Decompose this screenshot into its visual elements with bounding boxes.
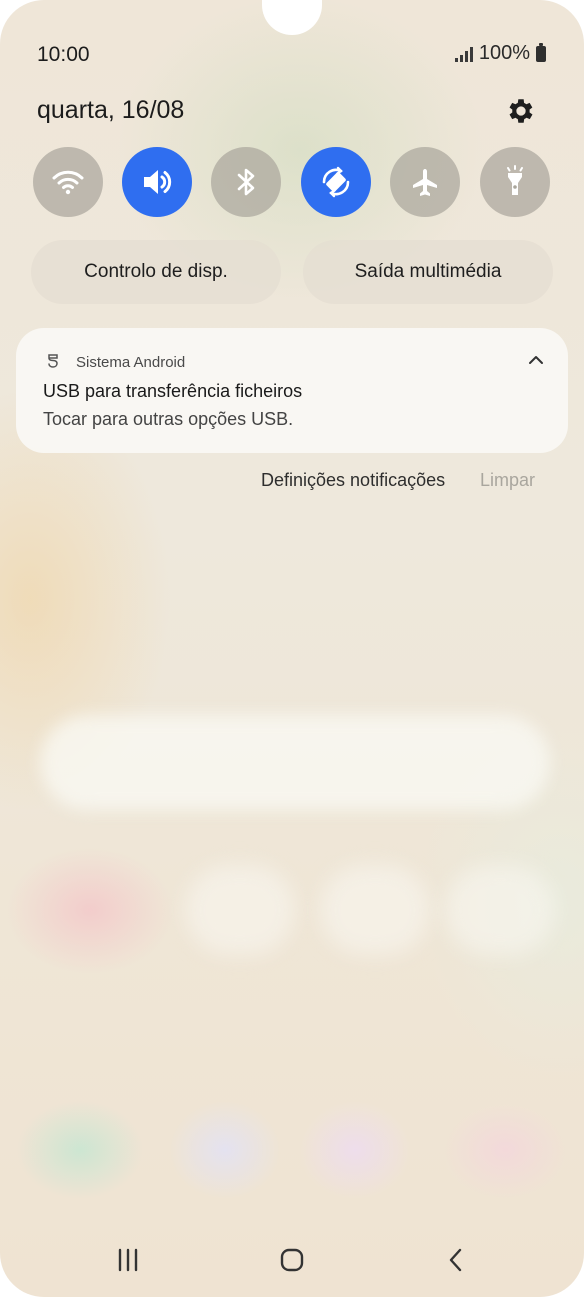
clear-button[interactable]: Limpar [480,470,535,491]
media-output-button[interactable]: Saída multimédia [303,240,553,304]
home-icon [280,1248,304,1272]
notification-card[interactable]: Sistema Android USB para transferência f… [16,328,568,453]
flashlight-toggle[interactable] [480,147,550,217]
status-bar: 10:00 100% [0,0,584,100]
notification-app-name: Sistema Android [76,354,186,371]
date-label: quarta, 16/08 [37,96,185,124]
battery-icon [536,42,546,62]
signal-icon [454,46,473,62]
recents-button[interactable] [98,1230,158,1290]
bluetooth-icon [237,168,255,196]
airplane-mode-toggle[interactable] [390,147,460,217]
wifi-toggle[interactable] [33,147,103,217]
navigation-bar [0,1230,584,1290]
recents-icon [118,1248,138,1272]
notification-title: USB para transferência ficheiros [43,381,303,401]
blurred-home-widget [40,715,550,810]
blurred-app-icon [320,865,430,955]
battery-percent: 100% [478,42,530,64]
back-button[interactable] [426,1230,486,1290]
quick-settings-tiles [33,147,551,217]
flashlight-icon [507,165,523,195]
home-button[interactable] [262,1230,322,1290]
notification-shade: 10:00 100% quarta, 16/08 Controlo de dis… [0,0,584,1297]
back-icon [449,1248,462,1272]
blurred-app-icon [185,865,295,955]
volume-icon [144,170,172,194]
sound-toggle[interactable] [122,147,192,217]
notification-actions: Definições notificações Limpar [0,470,584,494]
rotate-icon [322,166,350,198]
auto-rotate-toggle[interactable] [301,147,371,217]
bluetooth-toggle[interactable] [211,147,281,217]
wifi-icon [52,170,84,195]
status-time: 10:00 [37,43,90,66]
chevron-up-icon[interactable] [526,350,546,370]
airplane-icon [413,169,437,196]
usb-icon [48,354,58,368]
media-output-label: Saída multimédia [354,261,502,282]
notification-settings-button[interactable]: Definições notificações [261,470,445,491]
status-indicators: 100% [454,42,546,65]
notification-text: Tocar para outras opções USB. [43,409,294,429]
gear-icon[interactable] [505,95,537,127]
blurred-app-icon [445,865,555,955]
device-control-button[interactable]: Controlo de disp. [31,240,281,304]
device-control-label: Controlo de disp. [84,261,228,282]
